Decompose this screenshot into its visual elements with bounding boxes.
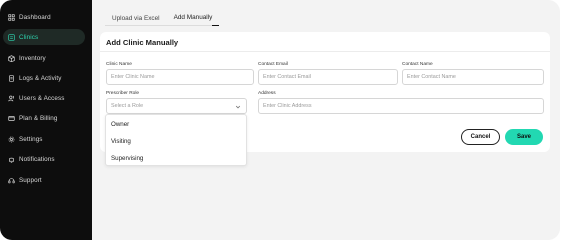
clinic-name-field[interactable]: Enter Clinic Name	[106, 69, 254, 85]
app-window: Dashboard Clinics Inventory Logs & Activ…	[0, 0, 560, 240]
sidebar-item-label: Users & Access	[19, 94, 65, 102]
cancel-button[interactable]: Cancel	[461, 129, 500, 145]
sidebar-item-dashboard[interactable]: Dashboard	[3, 9, 85, 25]
sidebar-item-label: Clinics	[19, 33, 39, 41]
main-content: Upload via Excel Add Manually Add Clinic…	[92, 0, 560, 240]
bell-icon	[3, 156, 19, 163]
sidebar-item-logs[interactable]: Logs & Activity	[3, 70, 85, 86]
sidebar: Dashboard Clinics Inventory Logs & Activ…	[0, 0, 92, 240]
sidebar-item-label: Dashboard	[19, 13, 51, 21]
sidebar-item-label: Support	[19, 176, 42, 184]
sidebar-item-clinics[interactable]: Clinics	[3, 29, 85, 45]
headset-icon	[3, 177, 19, 184]
address-field[interactable]: Enter Clinic Address	[258, 98, 544, 114]
chevron-down-icon	[235, 105, 241, 109]
sidebar-item-billing[interactable]: Plan & Billing	[3, 110, 85, 126]
contact-name-field[interactable]: Enter Contact Name	[402, 69, 544, 85]
contact-email-field[interactable]: Enter Contact Email	[258, 69, 398, 85]
tab-divider	[105, 25, 212, 26]
sidebar-item-inventory[interactable]: Inventory	[3, 50, 85, 66]
gear-icon	[3, 136, 19, 143]
address-label: Address	[258, 91, 276, 96]
sidebar-item-label: Settings	[19, 135, 43, 143]
sidebar-item-label: Logs & Activity	[19, 74, 62, 82]
clinic-icon	[3, 33, 19, 41]
sidebar-item-support[interactable]: Support	[3, 172, 85, 188]
billing-icon	[3, 115, 19, 122]
save-button[interactable]: Save	[505, 129, 543, 145]
tab-bar: Upload via Excel Add Manually	[105, 12, 220, 26]
sidebar-item-label: Notifications	[19, 155, 55, 163]
contact-name-label: Contact Name	[402, 62, 433, 67]
sidebar-item-label: Inventory	[19, 54, 46, 62]
clinic-name-label: Clinic Name	[106, 62, 132, 67]
dashboard-icon	[3, 13, 19, 21]
users-icon	[3, 95, 19, 102]
form-title: Add Clinic Manually	[106, 38, 179, 47]
role-option-supervising[interactable]: Supervising	[111, 155, 143, 162]
sidebar-item-notifications[interactable]: Notifications	[3, 151, 85, 167]
role-option-owner[interactable]: Owner	[111, 121, 129, 128]
log-icon	[3, 74, 19, 82]
box-icon	[3, 54, 19, 62]
prescriber-role-value: Select a Role	[111, 103, 144, 109]
prescriber-role-label: Prescriber Role	[106, 91, 140, 96]
prescriber-role-select[interactable]: Select a Role	[106, 98, 247, 114]
role-option-visiting[interactable]: Visiting	[111, 138, 131, 145]
prescriber-role-dropdown: Owner Visiting Supervising	[105, 114, 247, 166]
sidebar-item-users[interactable]: Users & Access	[3, 90, 85, 106]
sidebar-item-label: Plan & Billing	[19, 114, 58, 122]
contact-email-label: Contact Email	[258, 62, 288, 67]
sidebar-item-settings[interactable]: Settings	[3, 131, 85, 147]
divider	[100, 51, 550, 52]
